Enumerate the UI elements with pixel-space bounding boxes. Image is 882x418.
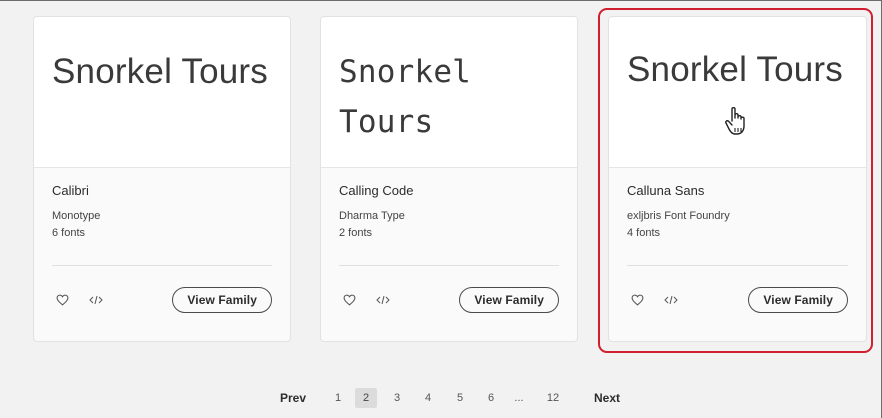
foundry-name: Monotype [52, 210, 101, 222]
code-icon[interactable] [373, 290, 393, 310]
card-divider [339, 265, 559, 266]
pagination-next[interactable]: Next [588, 388, 626, 408]
family-name[interactable]: Calling Code [339, 183, 559, 198]
pagination-page-3[interactable]: 3 [391, 388, 403, 408]
font-family-card-calibri[interactable]: Snorkel Tours Calibri Monotype 6 fonts V… [33, 16, 291, 342]
pagination-prev[interactable]: Prev [276, 388, 310, 408]
heart-icon[interactable] [339, 290, 359, 310]
foundry-name: Dharma Type [339, 210, 405, 222]
pagination-page-5[interactable]: 5 [454, 388, 466, 408]
pagination-page-12[interactable]: 12 [544, 388, 562, 408]
card-actions: View Family [339, 287, 559, 313]
card-divider [52, 265, 272, 266]
fonts-count: 2 fonts [339, 227, 373, 239]
pagination-ellipsis: ... [514, 392, 524, 404]
view-family-button[interactable]: View Family [459, 287, 559, 313]
pagination: Prev 1 2 3 4 5 6 ... 12 Next [0, 388, 882, 408]
selection-highlight [598, 8, 873, 353]
family-name[interactable]: Calibri [52, 183, 272, 198]
pagination-page-2[interactable]: 2 [355, 388, 377, 408]
hand-pointer-icon [720, 103, 756, 139]
pagination-page-6[interactable]: 6 [485, 388, 497, 408]
fonts-count: 6 fonts [52, 227, 86, 239]
font-preview: Snorkel Tours [321, 17, 577, 168]
font-family-card-calling-code[interactable]: Snorkel Tours Calling Code Dharma Type 2… [320, 16, 578, 342]
preview-sample-text: Snorkel Tours [339, 54, 472, 140]
card-actions: View Family [52, 287, 272, 313]
heart-icon[interactable] [52, 290, 72, 310]
code-icon[interactable] [86, 290, 106, 310]
pagination-page-4[interactable]: 4 [422, 388, 434, 408]
pagination-page-1[interactable]: 1 [332, 388, 344, 408]
preview-sample-text: Snorkel Tours [52, 52, 268, 91]
view-family-button[interactable]: View Family [172, 287, 272, 313]
font-preview: Snorkel Tours [34, 17, 290, 168]
